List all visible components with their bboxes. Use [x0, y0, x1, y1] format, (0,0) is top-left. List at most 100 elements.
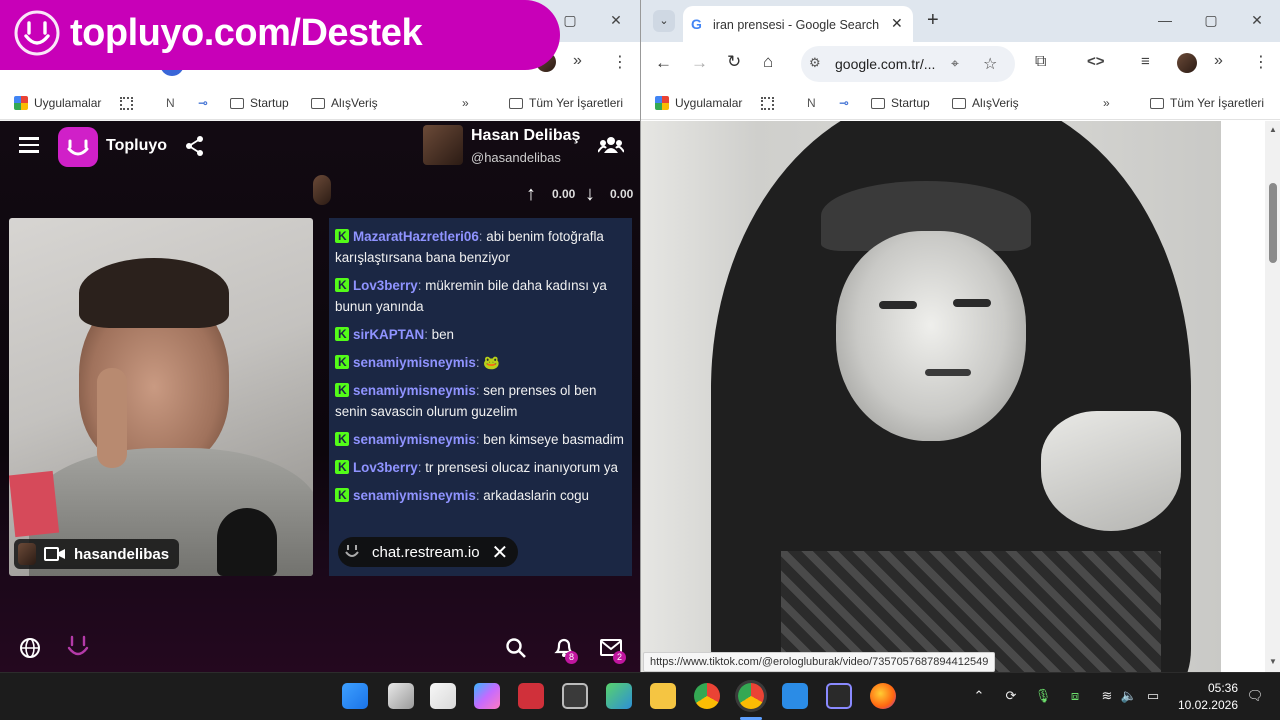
upload-stat: 0.00 — [552, 187, 576, 201]
scroll-down-icon[interactable]: ▼ — [1269, 657, 1277, 666]
store-icon[interactable] — [430, 683, 456, 709]
video-label: hasandelibas — [14, 539, 180, 569]
home-icon[interactable]: ⌂ — [763, 52, 773, 72]
chat-username[interactable]: senamiymisneymis — [353, 383, 476, 398]
clock[interactable]: 05:36 10.02.2026 — [1178, 680, 1238, 714]
microphone-icon[interactable]: 🎙 — [1034, 687, 1052, 705]
page-scrollbar[interactable]: ▲ ▼ — [1265, 121, 1280, 672]
windows-taskbar: ⌃ ⟳ 🎙 ⧈ ≋ 🔈 ▭ 05:36 10.02.2026 🗨 — [0, 672, 1280, 720]
reload-icon[interactable]: ↻ — [727, 52, 741, 72]
bookmark-label: AlışVeriş — [972, 96, 1019, 110]
bookmark-startup[interactable]: Startup — [230, 94, 289, 112]
maximize-button[interactable]: ▢ — [562, 12, 578, 28]
tab-search-icon[interactable]: ⌄ — [653, 10, 675, 32]
site-info-icon[interactable]: ⚙ — [809, 55, 821, 71]
minimize-button[interactable]: — — [1157, 12, 1173, 28]
wifi-icon[interactable]: ≋ — [1098, 687, 1116, 705]
address-bar[interactable]: ⚙ google.com.tr/... ⌖ ☆ — [801, 46, 1015, 82]
notion-icon[interactable]: N — [166, 94, 175, 112]
folder-icon — [509, 97, 523, 109]
more-bookmarks-icon[interactable]: » — [1103, 94, 1110, 112]
clock-date: 10.02.2026 — [1177, 698, 1238, 712]
hamburger-menu-icon[interactable] — [19, 137, 39, 153]
close-icon[interactable]: ✕ — [492, 540, 509, 565]
bookmark-alisveris[interactable]: AlışVeriş — [311, 94, 378, 112]
maximize-button[interactable]: ▢ — [1203, 12, 1219, 28]
bookmark-apps[interactable]: Uygulamalar — [14, 94, 101, 112]
address-text[interactable]: google.com.tr/... — [835, 56, 935, 72]
chat-username[interactable]: senamiymisneymis — [353, 355, 476, 370]
menu-kebab-icon[interactable]: ⋮ — [612, 52, 628, 72]
scroll-thumb[interactable] — [1269, 183, 1277, 263]
chat-username[interactable]: senamiymisneymis — [353, 432, 476, 447]
location-pin-icon[interactable]: ⌖ — [951, 55, 959, 72]
extensions-icon[interactable]: ⧉ — [1035, 53, 1046, 71]
host-avatar[interactable] — [423, 125, 463, 165]
sync-icon[interactable]: ⟳ — [1002, 687, 1020, 705]
topluyo-home-icon[interactable] — [66, 635, 90, 661]
bookmark-all[interactable]: Tüm Yer İşaretleri — [1150, 94, 1264, 112]
account-avatar[interactable] — [1177, 53, 1197, 73]
chrome-icon[interactable] — [694, 683, 720, 709]
file-explorer-icon[interactable] — [650, 683, 676, 709]
tab-close-icon[interactable]: ✕ — [891, 15, 903, 32]
bookmark-star-icon[interactable]: ☆ — [983, 54, 997, 74]
back-icon[interactable]: ← — [655, 53, 672, 73]
notification-center-icon[interactable]: 🗨 — [1246, 687, 1264, 705]
chevron-right-icon[interactable]: » — [573, 52, 582, 70]
apps-grid-icon — [655, 96, 669, 110]
key-icon[interactable]: ⊸ — [198, 94, 208, 112]
more-bookmarks-icon[interactable]: » — [462, 94, 469, 112]
devtools-icon[interactable]: <> — [1087, 53, 1105, 70]
topluyo-logo[interactable] — [58, 127, 98, 167]
share-icon[interactable] — [184, 135, 206, 157]
grid-icon[interactable] — [761, 94, 774, 112]
search-icon[interactable] — [505, 637, 527, 659]
active-tab[interactable]: G iran prensesi - Google Search ✕ — [683, 6, 913, 42]
key-icon[interactable]: ⊸ — [839, 94, 849, 112]
close-window-button[interactable]: ✕ — [1249, 12, 1265, 28]
chrome-profile-icon[interactable] — [738, 683, 764, 709]
screen-record-icon[interactable]: ⧈ — [1066, 687, 1084, 705]
chevron-right-icon[interactable]: » — [1214, 52, 1223, 70]
chat-username[interactable]: Lov3berry — [353, 460, 418, 475]
battery-icon[interactable]: ▭ — [1144, 687, 1162, 705]
bookmark-startup[interactable]: Startup — [871, 94, 930, 112]
chat-username[interactable]: Lov3berry — [353, 278, 418, 293]
bookmark-apps[interactable]: Uygulamalar — [655, 94, 742, 112]
notion-icon[interactable]: N — [807, 94, 816, 112]
chat-username[interactable]: senamiymisneymis — [353, 488, 476, 503]
users-icon[interactable] — [598, 135, 624, 155]
copilot-icon[interactable] — [474, 683, 500, 709]
forward-icon[interactable]: → — [691, 53, 708, 73]
video-label-text: hasandelibas — [74, 545, 170, 563]
speaker-avatar[interactable] — [313, 175, 331, 205]
scroll-up-icon[interactable]: ▲ — [1269, 125, 1277, 134]
media-icon[interactable]: ≡ — [1141, 53, 1150, 70]
face — [836, 231, 1026, 441]
app-hex-icon[interactable] — [562, 683, 588, 709]
bookmark-alisveris[interactable]: AlışVeriş — [952, 94, 1019, 112]
volume-icon[interactable]: 🔈 — [1120, 687, 1138, 705]
download-app-icon[interactable] — [826, 683, 852, 709]
search-result-photo[interactable] — [641, 121, 1221, 672]
bookmark-all[interactable]: Tüm Yer İşaretleri — [509, 94, 623, 112]
webcam-video[interactable] — [9, 218, 313, 576]
task-view-icon[interactable] — [388, 683, 414, 709]
grid-icon[interactable] — [120, 94, 133, 112]
globe-icon[interactable] — [19, 637, 41, 659]
show-hidden-icons-chevron[interactable]: ⌃ — [970, 687, 988, 705]
bluestacks-icon[interactable] — [606, 683, 632, 709]
topluyo-small-icon — [345, 545, 359, 557]
menu-kebab-icon[interactable]: ⋮ — [1253, 52, 1269, 72]
firefox-icon[interactable] — [870, 683, 896, 709]
chat-username[interactable]: sirKAPTAN — [353, 327, 424, 342]
start-windows-icon[interactable] — [342, 683, 368, 709]
amd-icon[interactable] — [518, 683, 544, 709]
vscode-icon[interactable] — [782, 683, 808, 709]
new-tab-icon[interactable]: + — [927, 9, 939, 32]
host-name: Hasan Delibaş — [471, 127, 581, 144]
chat-username[interactable]: MazaratHazretleri06 — [353, 229, 479, 244]
folder-icon — [952, 97, 966, 109]
close-window-button[interactable]: ✕ — [608, 12, 624, 28]
